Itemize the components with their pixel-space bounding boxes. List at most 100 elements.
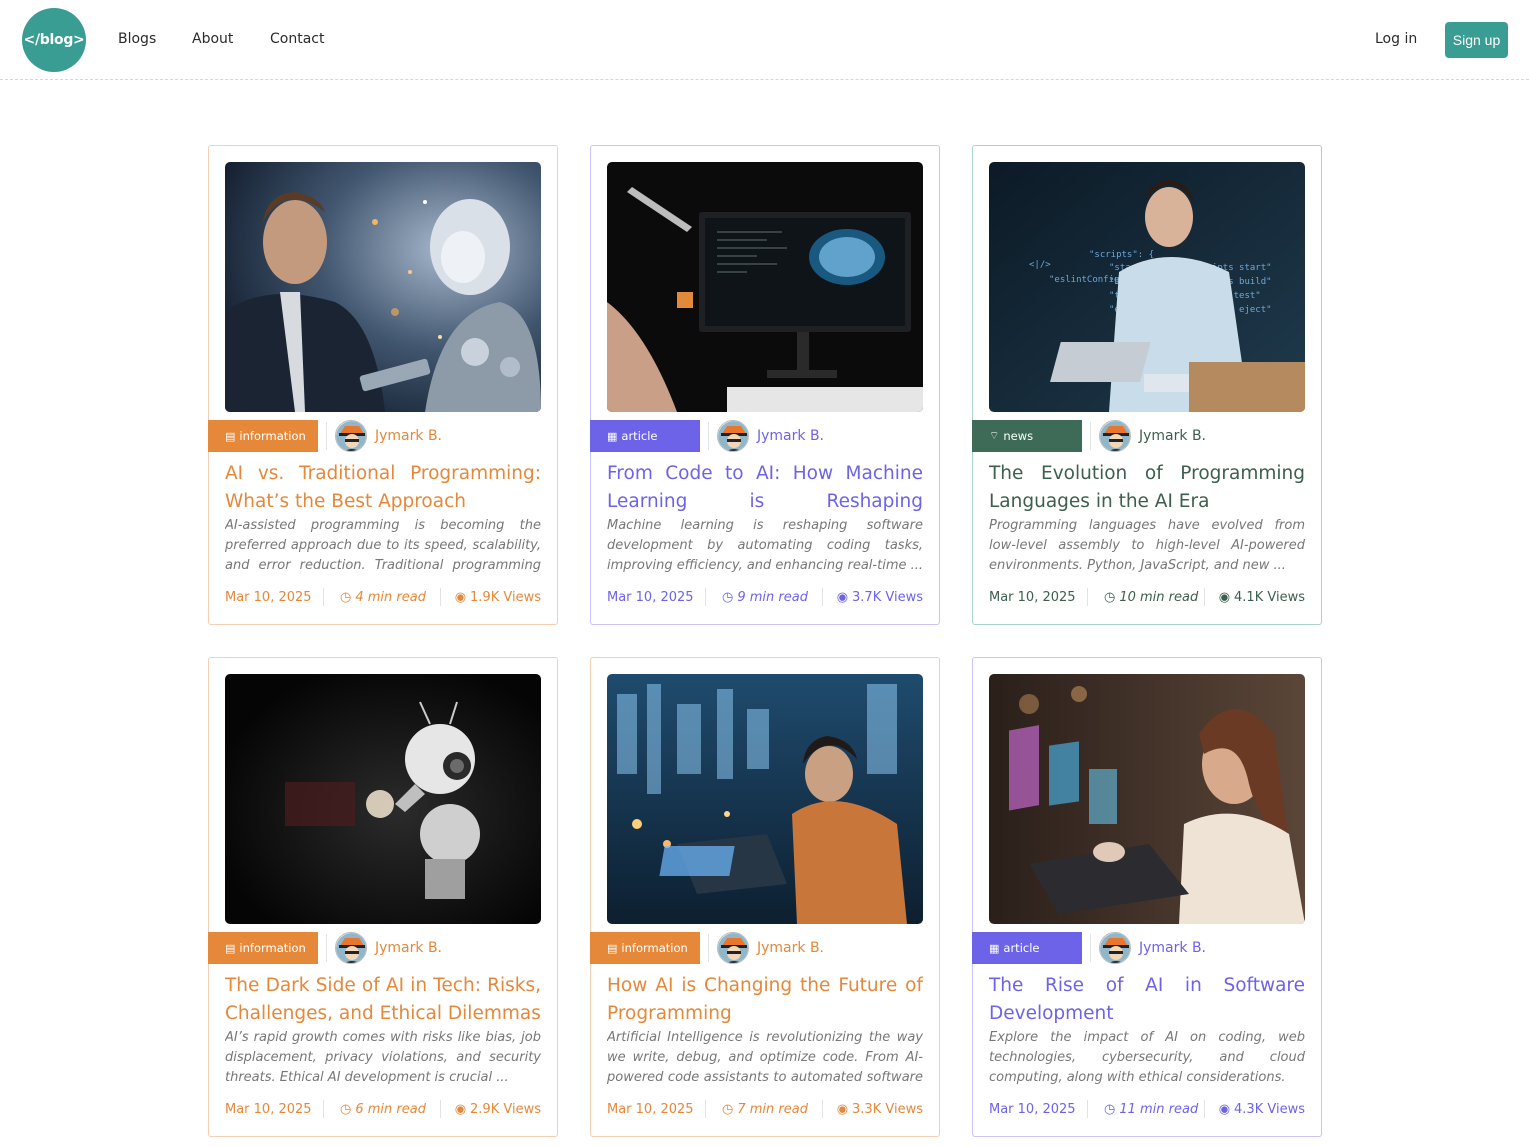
divider: [705, 1100, 706, 1118]
divider: [1090, 422, 1091, 450]
newspaper-icon: ▦: [989, 941, 1000, 955]
author-avatar[interactable]: [1099, 932, 1131, 964]
divider: [708, 934, 709, 962]
divider: [1204, 588, 1205, 606]
blog-card[interactable]: ▤ information Jymark B. The Dark Side of…: [208, 657, 558, 1137]
eye-icon: ◉: [1218, 1102, 1231, 1117]
category-badge[interactable]: ⌔ news: [972, 420, 1082, 452]
post-title[interactable]: The Rise of AI in Software Development: [989, 972, 1305, 1028]
author-name[interactable]: Jymark B.: [757, 940, 824, 956]
nav-blogs[interactable]: Blogs: [118, 31, 156, 47]
post-date: Mar 10, 2025: [989, 1102, 1076, 1117]
divider: [326, 934, 327, 962]
blog-card[interactable]: ▤ information Jymark B. AI vs. Tradition…: [208, 145, 558, 625]
divider: [1090, 934, 1091, 962]
post-title[interactable]: The Dark Side of AI in Tech: Risks, Chal…: [225, 972, 541, 1028]
author-name[interactable]: Jymark B.: [1139, 940, 1206, 956]
nav-contact[interactable]: Contact: [270, 31, 324, 47]
post-excerpt: Explore the impact of AI on coding, web …: [989, 1030, 1305, 1085]
post-title[interactable]: AI vs. Traditional Programming: What’s t…: [225, 460, 541, 516]
category-badge[interactable]: ▦ article: [972, 932, 1082, 964]
category-badge[interactable]: ▤ information: [590, 932, 700, 964]
divider: [1087, 1100, 1088, 1118]
blog-card[interactable]: ▤ information Jymark B. How AI is Changi…: [590, 657, 940, 1137]
post-thumbnail[interactable]: <|/>"eslintConfig": { "scripts": {"start…: [989, 162, 1305, 412]
clock-icon: ◷: [1104, 1102, 1116, 1117]
post-excerpt: Artificial Intelligence is revolutionizi…: [607, 1030, 923, 1085]
post-meta: Mar 10, 2025 ◷ 4 min read ◉ 1.9K Views: [225, 588, 541, 608]
post-thumbnail[interactable]: [225, 162, 541, 412]
view-count: ◉ 4.1K Views: [1218, 590, 1305, 605]
view-count: ◉ 4.3K Views: [1218, 1102, 1305, 1117]
post-meta: Mar 10, 2025 ◷ 9 min read ◉ 3.7K Views: [607, 588, 923, 608]
post-date: Mar 10, 2025: [607, 1102, 694, 1117]
author-avatar[interactable]: [1099, 420, 1131, 452]
view-count: ◉ 3.3K Views: [836, 1102, 923, 1117]
clock-icon: ◷: [722, 590, 734, 605]
author-avatar[interactable]: [335, 932, 367, 964]
author-avatar[interactable]: [717, 420, 749, 452]
clock-icon: ◷: [340, 1102, 352, 1117]
document-icon: ▤: [225, 941, 236, 955]
eye-icon: ◉: [454, 1102, 467, 1117]
view-count: ◉ 2.9K Views: [454, 1102, 541, 1117]
read-time: ◷ 10 min read: [1104, 590, 1199, 605]
view-count: ◉ 3.7K Views: [836, 590, 923, 605]
site-logo[interactable]: </blog>: [22, 8, 86, 72]
newspaper-icon: ▦: [607, 429, 618, 443]
category-badge[interactable]: ▦ article: [590, 420, 700, 452]
clock-icon: ◷: [1104, 590, 1116, 605]
post-thumbnail[interactable]: [607, 162, 923, 412]
top-navbar: </blog> Blogs About Contact Log in Sign …: [0, 0, 1529, 80]
read-time: ◷ 9 min read: [722, 590, 808, 605]
post-thumbnail[interactable]: [225, 674, 541, 924]
post-title[interactable]: From Code to AI: How Machine Learning is…: [607, 460, 923, 516]
divider: [1204, 1100, 1205, 1118]
eye-icon: ◉: [836, 590, 849, 605]
post-title[interactable]: How AI is Changing the Future of Program…: [607, 972, 923, 1028]
author-avatar[interactable]: [335, 420, 367, 452]
blog-card[interactable]: ▦ article Jymark B. From Code to AI: How…: [590, 145, 940, 625]
divider: [440, 1100, 441, 1118]
post-date: Mar 10, 2025: [225, 1102, 312, 1117]
author-name[interactable]: Jymark B.: [375, 428, 442, 444]
divider: [822, 1100, 823, 1118]
svg-text:"scripts": {: "scripts": {: [1089, 250, 1154, 260]
read-time: ◷ 4 min read: [340, 590, 426, 605]
post-meta: Mar 10, 2025 ◷ 10 min read ◉ 4.1K Views: [989, 588, 1305, 608]
read-time: ◷ 7 min read: [722, 1102, 808, 1117]
post-excerpt: Programming languages have evolved from …: [989, 518, 1305, 573]
author-avatar[interactable]: [717, 932, 749, 964]
signup-button[interactable]: Sign up: [1445, 22, 1508, 58]
clock-icon: ◷: [722, 1102, 734, 1117]
post-date: Mar 10, 2025: [989, 590, 1076, 605]
divider: [708, 422, 709, 450]
read-time: ◷ 11 min read: [1104, 1102, 1199, 1117]
document-icon: ▤: [225, 429, 236, 443]
author-name[interactable]: Jymark B.: [1139, 428, 1206, 444]
nav-about[interactable]: About: [192, 31, 233, 47]
blog-card[interactable]: ▦ article Jymark B. The Rise of AI in So…: [972, 657, 1322, 1137]
divider: [440, 588, 441, 606]
post-date: Mar 10, 2025: [607, 590, 694, 605]
eye-icon: ◉: [836, 1102, 849, 1117]
divider: [326, 422, 327, 450]
clock-icon: ◷: [340, 590, 352, 605]
post-meta: Mar 10, 2025 ◷ 7 min read ◉ 3.3K Views: [607, 1100, 923, 1120]
post-title[interactable]: The Evolution of Programming Languages i…: [989, 460, 1305, 516]
eye-icon: ◉: [1218, 590, 1231, 605]
category-badge[interactable]: ▤ information: [208, 932, 318, 964]
post-thumbnail[interactable]: [607, 674, 923, 924]
post-thumbnail[interactable]: [989, 674, 1305, 924]
login-link[interactable]: Log in: [1375, 31, 1417, 47]
post-meta: Mar 10, 2025 ◷ 6 min read ◉ 2.9K Views: [225, 1100, 541, 1120]
author-name[interactable]: Jymark B.: [375, 940, 442, 956]
author-name[interactable]: Jymark B.: [757, 428, 824, 444]
post-excerpt: AI-assisted programming is becoming the …: [225, 518, 541, 573]
post-date: Mar 10, 2025: [225, 590, 312, 605]
blog-card[interactable]: <|/>"eslintConfig": { "scripts": {"start…: [972, 145, 1322, 625]
eye-icon: ◉: [454, 590, 467, 605]
divider: [705, 588, 706, 606]
category-badge[interactable]: ▤ information: [208, 420, 318, 452]
post-meta: Mar 10, 2025 ◷ 11 min read ◉ 4.3K Views: [989, 1100, 1305, 1120]
